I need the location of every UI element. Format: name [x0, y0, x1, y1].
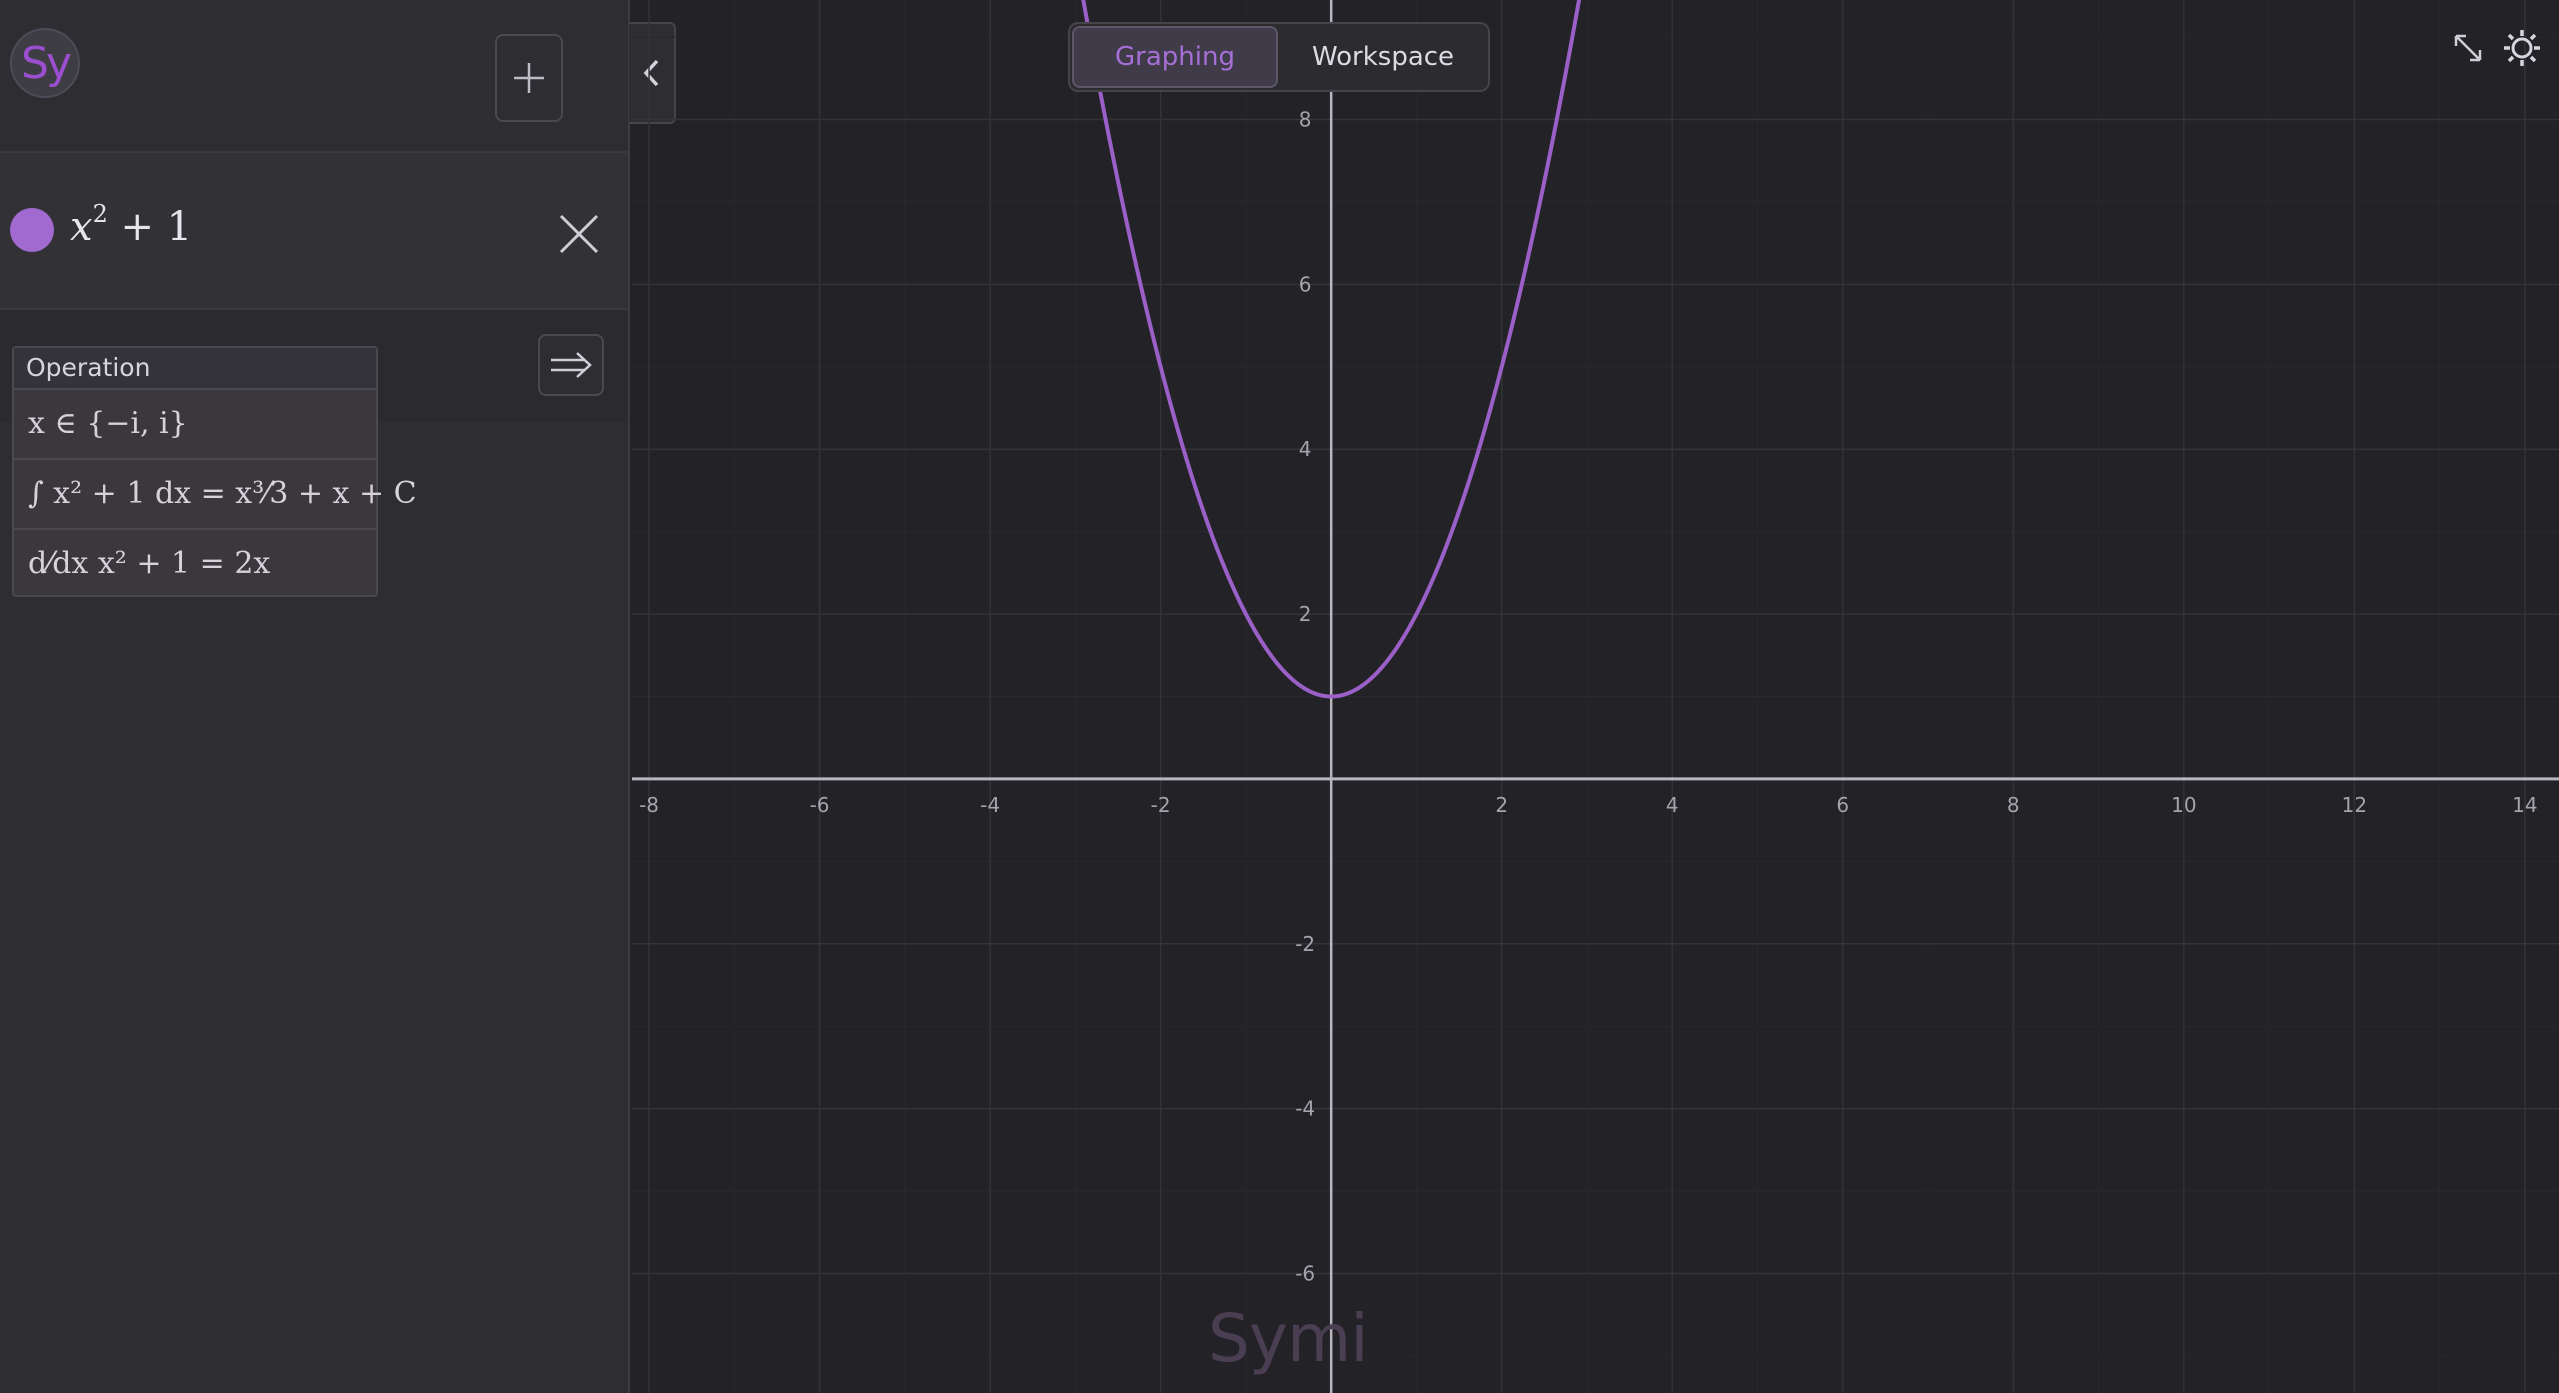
fullscreen-button[interactable] — [2450, 30, 2486, 66]
y-tick-label: -4 — [1295, 1097, 1315, 1121]
expression-rest: + 1 — [107, 204, 193, 250]
y-tick-label: 8 — [1299, 108, 1312, 132]
operation-dropdown[interactable]: Operation x ∈ {−i, i} ∫ x² + 1 dx = x³⁄3… — [12, 346, 417, 598]
expression-base: x — [70, 204, 93, 250]
add-expression-button[interactable] — [495, 34, 563, 122]
y-tick-label: 6 — [1299, 272, 1312, 296]
watermark: Symi — [1208, 1300, 1369, 1377]
graph-canvas[interactable]: -8 -6 -4 -2 2 4 6 8 10 12 14 -6 -4 -2 2 4 6 8 — [632, 0, 2559, 1393]
y-tick-label: 4 — [1299, 437, 1312, 461]
logo-text: Sy — [21, 37, 72, 89]
operation-dropdown-header[interactable]: Operation — [14, 348, 376, 390]
y-tick-label: -2 — [1295, 932, 1315, 956]
x-tick-label: 4 — [1666, 793, 1679, 817]
sidebar: Sy x2 + 1 Operation x ∈ {−i, i} ∫ x² + 1… — [0, 0, 630, 1393]
close-icon — [559, 214, 599, 254]
apply-operation-button[interactable] — [538, 334, 604, 396]
settings-button[interactable] — [2502, 28, 2542, 68]
double-arrow-right-icon — [551, 352, 592, 378]
x-tick-label: -6 — [810, 793, 830, 817]
remove-expression-button[interactable] — [555, 210, 603, 258]
app-logo: Sy — [10, 28, 80, 98]
x-tick-label: 14 — [2512, 793, 2537, 817]
x-tick-label: 10 — [2171, 793, 2196, 817]
x-tick-label: -8 — [639, 793, 659, 817]
y-tick-label: 2 — [1299, 602, 1312, 626]
tab-graphing[interactable]: Graphing — [1072, 26, 1278, 88]
expression-input[interactable]: x2 + 1 — [70, 200, 192, 250]
expression-exponent: 2 — [92, 200, 108, 228]
x-tick-label: 12 — [2342, 793, 2367, 817]
expand-icon — [2454, 34, 2482, 62]
operation-option-solve[interactable]: x ∈ {−i, i} — [14, 390, 376, 460]
mode-toggle: Graphing Workspace — [1068, 22, 1490, 92]
operation-option-derivative[interactable]: d⁄dx x² + 1 = 2x — [14, 530, 376, 598]
x-tick-label: 8 — [2007, 793, 2020, 817]
tab-workspace[interactable]: Workspace — [1280, 26, 1486, 88]
x-tick-label: 2 — [1495, 793, 1508, 817]
x-tick-label: -4 — [980, 793, 1000, 817]
operation-option-integral[interactable]: ∫ x² + 1 dx = x³⁄3 + x + C — [14, 460, 417, 530]
x-tick-label: 6 — [1836, 793, 1849, 817]
plus-icon — [514, 63, 544, 93]
gear-icon — [2504, 30, 2540, 66]
expression-color-swatch[interactable] — [10, 208, 54, 252]
y-tick-label: -6 — [1295, 1261, 1315, 1285]
x-tick-label: -2 — [1151, 793, 1171, 817]
